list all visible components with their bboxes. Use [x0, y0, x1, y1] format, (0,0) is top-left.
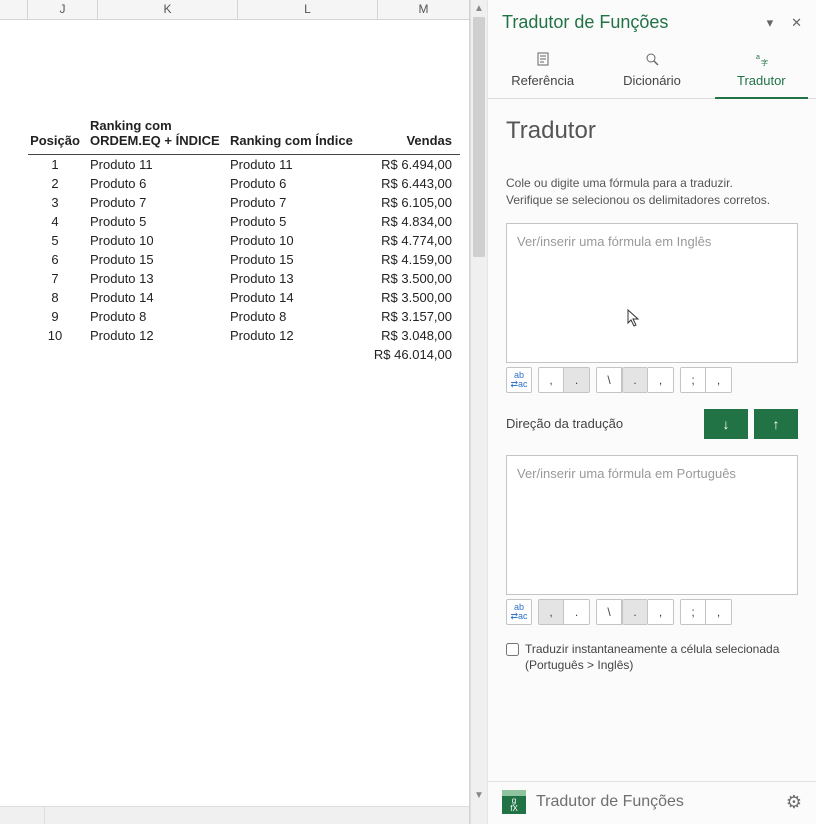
- table-row[interactable]: 1Produto 11Produto 11R$ 6.494,00: [28, 155, 460, 175]
- table-row[interactable]: 2Produto 6Produto 6R$ 6.443,00: [28, 174, 460, 193]
- svg-text:字: 字: [761, 58, 768, 67]
- tab-dictionary[interactable]: Dicionário: [597, 51, 706, 98]
- comma-button-2[interactable]: ,: [648, 367, 674, 393]
- scroll-down-icon[interactable]: ▼: [471, 787, 487, 804]
- column-headers-row: J K L M: [0, 0, 469, 20]
- swap-ab-button[interactable]: ab⇄ac: [506, 367, 532, 393]
- period-button-2[interactable]: .: [622, 367, 648, 393]
- translate-down-button[interactable]: ↓: [704, 409, 748, 439]
- total-value: R$ 46.014,00: [368, 345, 460, 364]
- tab-label: Referência: [511, 73, 574, 88]
- column-header-m[interactable]: M: [378, 0, 470, 19]
- header-vendas: Vendas: [368, 115, 460, 155]
- instant-translate-row: Traduzir instantaneamente a célula selec…: [506, 641, 798, 675]
- placeholder-text: Ver/inserir uma fórmula em Inglês: [517, 234, 711, 249]
- swap-ab-button-2[interactable]: ab⇄ac: [506, 599, 532, 625]
- comma-button[interactable]: ,: [538, 367, 564, 393]
- settings-gear-icon[interactable]: ⚙: [786, 792, 802, 813]
- instant-translate-label: Traduzir instantaneamente a célula selec…: [525, 641, 798, 675]
- period-button-b2[interactable]: .: [622, 599, 648, 625]
- reference-icon: [535, 51, 551, 67]
- table-row[interactable]: 8Produto 14Produto 14R$ 3.500,00: [28, 288, 460, 307]
- scroll-thumb[interactable]: [473, 17, 485, 257]
- column-header-l[interactable]: L: [238, 0, 378, 19]
- semicolon-button[interactable]: ;: [680, 367, 706, 393]
- footer-title: Tradutor de Funções: [536, 793, 786, 811]
- pane-body: Tradutor Cole ou digite uma fórmula para…: [488, 99, 816, 781]
- body-title: Tradutor: [506, 117, 798, 145]
- delimiter-row-top: ab⇄ac , . \ . , ; ,: [506, 367, 798, 393]
- column-header-j[interactable]: J: [28, 0, 98, 19]
- backslash-button[interactable]: \: [596, 367, 622, 393]
- pane-footer: g fX Tradutor de Funções ⚙: [488, 781, 816, 824]
- header-ranking-eq: Ranking com ORDEM.EQ + ÍNDICE: [88, 115, 228, 155]
- formula-input-english[interactable]: Ver/inserir uma fórmula em Inglês: [506, 223, 798, 363]
- instant-translate-checkbox[interactable]: [506, 643, 519, 656]
- total-row[interactable]: R$ 46.014,00: [28, 345, 460, 364]
- svg-text:a: a: [756, 54, 760, 61]
- table-row[interactable]: 6Produto 15Produto 15R$ 4.159,00: [28, 250, 460, 269]
- translate-up-button[interactable]: ↑: [754, 409, 798, 439]
- pane-header: Tradutor de Funções ▾ ✕: [488, 0, 816, 37]
- scroll-up-icon[interactable]: ▲: [471, 0, 487, 17]
- pane-close-icon[interactable]: ✕: [791, 15, 802, 31]
- tab-label: Tradutor: [737, 73, 786, 88]
- backslash-button-b[interactable]: \: [596, 599, 622, 625]
- translate-icon: a字: [753, 51, 769, 67]
- table-row[interactable]: 4Produto 5Produto 5R$ 4.834,00: [28, 212, 460, 231]
- tab-reference[interactable]: Referência: [488, 51, 597, 98]
- translator-taskpane: Tradutor de Funções ▾ ✕ Referência Dicio…: [487, 0, 816, 824]
- tab-label: Dicionário: [623, 73, 681, 88]
- pane-title: Tradutor de Funções: [502, 12, 767, 33]
- comma-button-b2[interactable]: ,: [648, 599, 674, 625]
- spreadsheet-area: J K L M Posição Ranking com ORDEM.EQ + Í…: [0, 0, 470, 824]
- comma-button-b1[interactable]: ,: [538, 599, 564, 625]
- search-icon: [644, 51, 660, 67]
- period-button-b1[interactable]: .: [564, 599, 590, 625]
- horizontal-scrollbar[interactable]: [0, 806, 469, 824]
- comma-button-3[interactable]: ,: [706, 367, 732, 393]
- direction-row: Direção da tradução ↓ ↑: [506, 409, 798, 439]
- formula-input-portuguese[interactable]: Ver/inserir uma fórmula em Português: [506, 455, 798, 595]
- period-button[interactable]: .: [564, 367, 590, 393]
- pane-tabs: Referência Dicionário a字 Tradutor: [488, 37, 816, 99]
- vertical-scrollbar[interactable]: ▲ ▼: [470, 0, 487, 824]
- pane-menu-icon[interactable]: ▾: [767, 15, 774, 31]
- header-posicao: Posição: [28, 115, 88, 155]
- instruction-text: Cole ou digite uma fórmula para a traduz…: [506, 175, 798, 209]
- tab-translator[interactable]: a字 Tradutor: [707, 51, 816, 98]
- table-row[interactable]: 3Produto 7Produto 7R$ 6.105,00: [28, 193, 460, 212]
- select-all-corner[interactable]: [0, 0, 28, 19]
- header-ranking-idx: Ranking com Índice: [228, 115, 368, 155]
- cell-grid[interactable]: Posição Ranking com ORDEM.EQ + ÍNDICE Ra…: [0, 20, 469, 364]
- delimiter-row-bottom: ab⇄ac , . \ . , ; ,: [506, 599, 798, 625]
- direction-label: Direção da tradução: [506, 416, 698, 431]
- data-table: Posição Ranking com ORDEM.EQ + ÍNDICE Ra…: [28, 115, 460, 364]
- table-row[interactable]: 9Produto 8Produto 8R$ 3.157,00: [28, 307, 460, 326]
- semicolon-button-b[interactable]: ;: [680, 599, 706, 625]
- table-row[interactable]: 7Produto 13Produto 13R$ 3.500,00: [28, 269, 460, 288]
- addin-logo-icon: g fX: [502, 790, 526, 814]
- comma-button-b3[interactable]: ,: [706, 599, 732, 625]
- column-header-k[interactable]: K: [98, 0, 238, 19]
- cursor-icon: [627, 309, 641, 327]
- table-row[interactable]: 5Produto 10Produto 10R$ 4.774,00: [28, 231, 460, 250]
- table-body: 1Produto 11Produto 11R$ 6.494,00 2Produt…: [28, 155, 460, 365]
- table-row[interactable]: 10Produto 12Produto 12R$ 3.048,00: [28, 326, 460, 345]
- placeholder-text: Ver/inserir uma fórmula em Português: [517, 466, 736, 481]
